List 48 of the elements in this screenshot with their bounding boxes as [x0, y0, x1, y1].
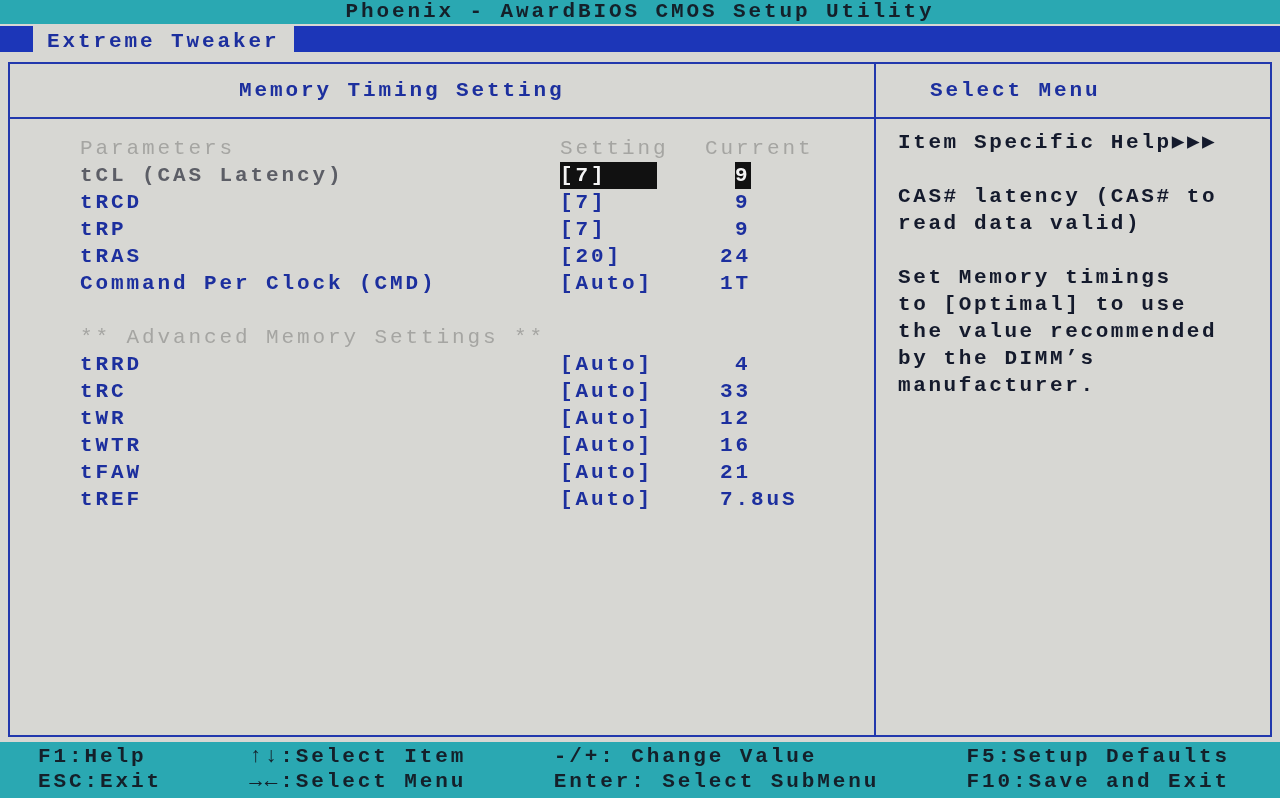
key-hint: F10:Save and Exit — [966, 769, 1230, 794]
panel-title: Memory Timing Setting — [239, 77, 565, 104]
key-hint: ESC:Exit — [38, 769, 163, 794]
current-value: 33 — [720, 379, 751, 405]
parameter-label[interactable]: tWR — [80, 407, 127, 430]
setting-value[interactable]: [7] — [560, 216, 607, 243]
parameter-label[interactable]: tREF — [80, 488, 142, 511]
parameter-label[interactable]: tRP — [80, 218, 127, 241]
parameter-label[interactable]: tWTR — [80, 434, 142, 457]
key-hint: -/+: Change Value — [553, 744, 819, 769]
panel-title: Select Menu — [930, 77, 1101, 104]
parameter-label[interactable]: tFAW — [80, 461, 142, 484]
setting-value[interactable]: [Auto] — [560, 351, 653, 378]
current-value: 24 — [720, 244, 751, 270]
current-value: 9 — [735, 190, 751, 216]
parameter-label[interactable]: tRC — [80, 380, 127, 403]
parameter-label[interactable]: tCL (CAS Latency) — [80, 164, 344, 187]
title-bar: Phoenix - AwardBIOS CMOS Setup Utility — [0, 0, 1280, 24]
setting-value[interactable]: [Auto] — [560, 459, 653, 486]
current-value: 16 — [720, 433, 751, 459]
setting-value[interactable]: [7] — [560, 162, 657, 189]
current-value: 21 — [720, 460, 751, 486]
parameter-label[interactable]: Command Per Clock (CMD) — [80, 272, 437, 295]
key-hint: →←:Select Menu — [249, 769, 467, 794]
setting-value[interactable]: [Auto] — [560, 270, 653, 297]
setting-value[interactable]: [7] — [560, 189, 607, 216]
current-value: 9 — [735, 162, 751, 189]
key-hint: Enter: Select SubMenu — [553, 769, 880, 794]
current-value: 4 — [735, 352, 751, 378]
current-value: 7.8uS — [720, 487, 798, 513]
setting-value[interactable]: [Auto] — [560, 378, 653, 405]
setting-value[interactable]: [Auto] — [560, 486, 653, 513]
help-text: CAS# latency (CAS# to read data valid) — [898, 184, 1219, 237]
setting-value[interactable]: [20] — [560, 243, 622, 270]
help-heading: Item Specific Help▶▶▶ — [898, 130, 1219, 156]
key-hint: F1:Help — [38, 744, 148, 769]
help-text: Set Memory timings to [Optimal] to use the value recommended by the DIMM’s manufacturer. — [898, 265, 1219, 399]
key-hint: F5:Setup Defaults — [966, 744, 1230, 769]
current-value: 12 — [720, 406, 751, 432]
tab[interactable]: Extreme Tweaker — [33, 26, 294, 52]
current-value: 9 — [735, 217, 751, 243]
current-value: 1T — [720, 271, 751, 297]
parameter-label[interactable]: tRCD — [80, 191, 142, 214]
parameter-label[interactable]: tRAS — [80, 245, 142, 268]
parameter-label[interactable]: tRRD — [80, 353, 142, 376]
setting-value[interactable]: [Auto] — [560, 405, 653, 432]
key-hint: ↑↓:Select Item — [249, 744, 467, 769]
setting-value[interactable]: [Auto] — [560, 432, 653, 459]
